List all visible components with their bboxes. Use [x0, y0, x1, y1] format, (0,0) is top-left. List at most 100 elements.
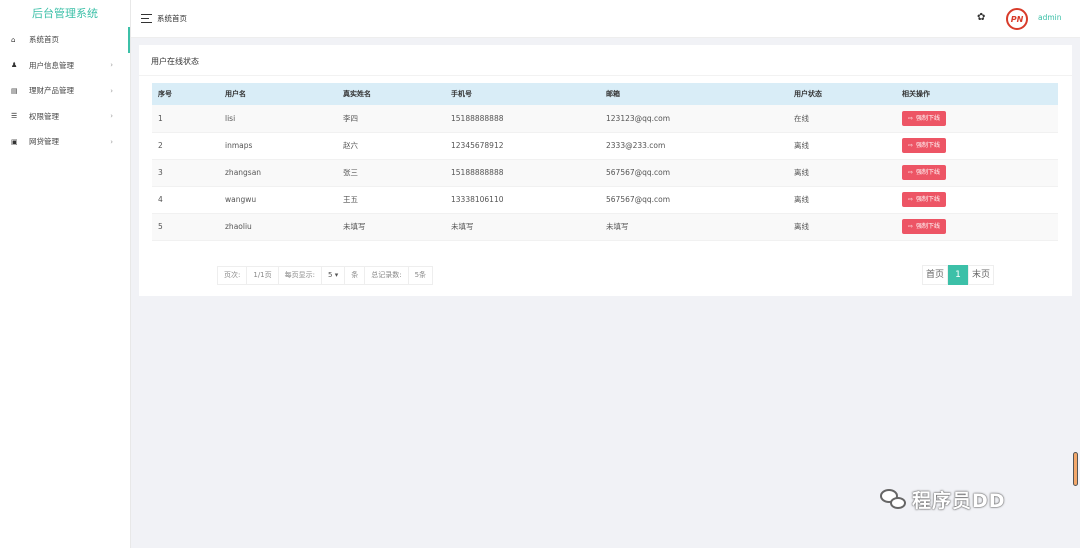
cell-email: 2333@233.com	[600, 132, 788, 160]
cell-status: 离线	[788, 186, 896, 214]
force-logout-label: 强制下线	[916, 196, 941, 203]
sidebar-item[interactable]: ▤ 理财产品管理 ›	[0, 78, 130, 104]
cell-realname: 王五	[337, 186, 445, 214]
cell-username: zhaoliu	[219, 213, 337, 241]
chevron-right-icon: ›	[110, 86, 113, 95]
cell-username: inmaps	[219, 132, 337, 160]
force-logout-button[interactable]: ⇨ 强制下线	[902, 165, 947, 180]
force-logout-label: 强制下线	[916, 114, 941, 122]
cell-username: wangwu	[219, 186, 337, 214]
sign-out-icon: ⇨	[908, 142, 914, 149]
table-row: 3 zhangsan 张三 15188888888 567567@qq.com 离线 ⇨ 强制…	[152, 159, 1058, 187]
col-header-username: 用户名	[219, 83, 337, 105]
page-label: 页次:	[218, 267, 248, 284]
per-page-select[interactable]: 5 ▾	[322, 267, 346, 284]
cell-no: 4	[152, 186, 219, 214]
col-header-status: 用户状态	[788, 83, 896, 105]
force-logout-label: 强制下线	[916, 169, 941, 176]
cell-username: lisi	[219, 105, 337, 133]
cell-phone: 13338106110	[445, 186, 600, 214]
cell-status: 离线	[788, 159, 896, 187]
last-page-button[interactable]: 末页	[968, 265, 995, 285]
cell-no: 5	[152, 213, 219, 241]
per-page-unit: 条	[345, 267, 366, 284]
chevron-right-icon: ›	[110, 137, 113, 146]
cell-phone: 12345678912	[445, 132, 600, 160]
cell-phone: 未填写	[445, 213, 600, 241]
force-logout-button[interactable]: ⇨ 强制下线	[902, 192, 947, 207]
avatar[interactable]: PN	[1006, 8, 1028, 30]
sidebar-item[interactable]: ⌂ 系统首页	[0, 27, 130, 53]
sidebar: 后台管理系统 ⌂ 系统首页 ♟ 用户信息管理 › ▤ 理财产品管理 › ☰ 权限管理 › ▣ 网贷管理 ›	[0, 0, 131, 548]
table-row: 4 wangwu 王五 13338106110 567567@qq.com 离线 ⇨ 强制下线	[152, 186, 1058, 214]
total-label: 总记录数:	[365, 267, 409, 284]
cell-realname: 未填写	[337, 213, 445, 241]
online-status-panel: 用户在线状态 序号 用户名 真实姓名 手机号 邮箱 用户状态 相关操作 1 lis…	[139, 45, 1072, 296]
cell-actions: ⇨ 强制下线	[896, 105, 1058, 133]
sign-out-icon: ⇨	[908, 223, 914, 230]
cell-actions: ⇨ 强制下线	[896, 132, 1058, 160]
divider	[139, 75, 1072, 76]
panel-title: 用户在线状态	[151, 57, 199, 66]
cell-realname: 张三	[337, 159, 445, 187]
chevron-right-icon: ›	[110, 112, 113, 121]
palette-icon[interactable]: ✿	[977, 12, 985, 23]
table-row: 2 inmaps 赵六 12345678912 2333@233.com 离线 ⇨ 强制下线	[152, 132, 1058, 160]
cell-email: 567567@qq.com	[600, 159, 788, 187]
watermark-text: 程序员DD	[912, 490, 1006, 512]
cell-username: zhangsan	[219, 159, 337, 187]
menu-toggle-icon[interactable]	[141, 14, 152, 25]
force-logout-label: 强制下线	[916, 142, 941, 149]
wechat-icon	[880, 488, 908, 511]
sidebar-item[interactable]: ☰ 权限管理 ›	[0, 104, 130, 130]
table-header-row: 序号 用户名 真实姓名 手机号 邮箱 用户状态 相关操作	[152, 83, 1058, 105]
user-menu[interactable]: admin	[1038, 13, 1062, 22]
sidebar-item-label: 系统首页	[29, 35, 59, 45]
force-logout-button[interactable]: ⇨ 强制下线	[902, 138, 947, 153]
col-header-email: 邮箱	[600, 83, 788, 105]
sidebar-item-label: 权限管理	[29, 111, 59, 121]
cell-no: 1	[152, 105, 219, 133]
cell-no: 2	[152, 132, 219, 160]
col-header-no: 序号	[152, 83, 219, 105]
user-table: 序号 用户名 真实姓名 手机号 邮箱 用户状态 相关操作 1 lisi 李四 1518…	[152, 83, 1058, 241]
breadcrumb: 系统首页	[157, 14, 187, 23]
sidebar-item[interactable]: ▣ 网贷管理 ›	[0, 129, 130, 155]
cell-status: 离线	[788, 132, 896, 160]
home-icon: ⌂	[11, 35, 16, 44]
per-page-label: 每页显示:	[279, 267, 322, 284]
force-logout-button[interactable]: ⇨ 强制下线	[902, 110, 947, 126]
cell-email: 未填写	[600, 213, 788, 241]
watermark: 程序员DD	[880, 486, 1006, 513]
cell-phone: 15188888888	[445, 105, 600, 133]
cell-actions: ⇨ 强制下线	[896, 186, 1058, 214]
cell-no: 3	[152, 159, 219, 187]
pagination: 首页 1 末页	[922, 265, 995, 285]
total-value: 5条	[414, 271, 427, 279]
page-value: 1/1页	[247, 267, 279, 284]
sidebar-item-label: 理财产品管理	[29, 86, 74, 96]
sidebar-item[interactable]: ♟ 用户信息管理 ›	[0, 53, 130, 79]
cell-phone: 15188888888	[445, 159, 600, 187]
cell-realname: 李四	[337, 105, 445, 133]
scrollbar[interactable]	[1073, 452, 1078, 486]
current-page-button[interactable]: 1	[948, 265, 969, 285]
force-logout-label: 强制下线	[916, 223, 941, 230]
col-header-realname: 真实姓名	[337, 83, 445, 105]
app-title: 后台管理系统	[32, 7, 98, 20]
pagination-info: 页次: 1/1页 每页显示: 5 ▾ 条 总记录数: 5条	[217, 266, 434, 285]
sign-out-icon: ⇨	[908, 169, 914, 176]
force-logout-button[interactable]: ⇨ 强制下线	[902, 219, 947, 234]
cell-realname: 赵六	[337, 132, 445, 160]
message-icon: ▣	[11, 137, 18, 146]
per-page-value: 5	[327, 271, 333, 279]
sidebar-item-label: 网贷管理	[29, 137, 59, 147]
cell-actions: ⇨ 强制下线	[896, 213, 1058, 241]
cell-actions: ⇨ 强制下线	[896, 159, 1058, 187]
sign-out-icon: ⇨	[908, 114, 914, 122]
first-page-button[interactable]: 首页	[922, 265, 949, 285]
table-row: 1 lisi 李四 15188888888 123123@qq.com 在线 ⇨ 强制下线	[152, 105, 1058, 133]
cell-email: 567567@qq.com	[600, 186, 788, 214]
sidebar-item-label: 用户信息管理	[29, 60, 74, 70]
table-row: 5 zhaoliu 未填写 未填写 未填写 离线 ⇨ 强制下线	[152, 213, 1058, 241]
